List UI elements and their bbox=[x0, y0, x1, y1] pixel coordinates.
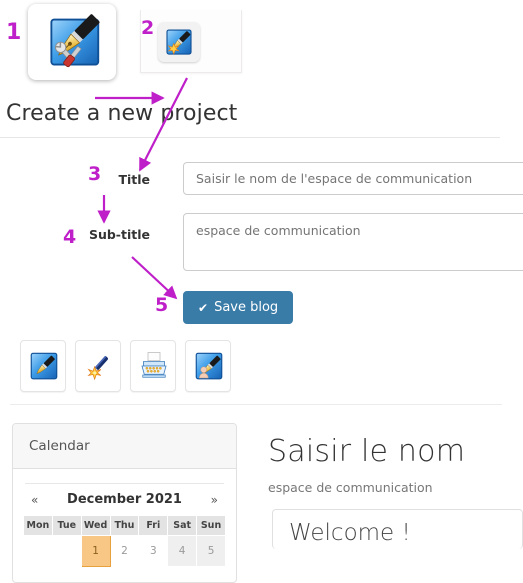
magic-wand-icon bbox=[87, 355, 108, 381]
next-month-icon[interactable]: » bbox=[211, 493, 218, 507]
subtitle-input[interactable] bbox=[183, 213, 523, 271]
calendar-day-3[interactable]: 3 bbox=[138, 535, 169, 567]
calendar-day-empty bbox=[51, 535, 82, 567]
calendar-day-2[interactable]: 2 bbox=[109, 535, 140, 567]
blue-pen-tool[interactable] bbox=[20, 340, 66, 392]
blog-preview: Saisir le nom espace de communication We… bbox=[268, 435, 523, 549]
calendar-day-1[interactable]: 1 bbox=[80, 535, 111, 567]
calendar-month-label: December 2021 bbox=[67, 492, 182, 507]
magic-wand-tool[interactable] bbox=[75, 340, 121, 392]
calendar-body: « December 2021 » Mon Tue Wed Thu Fri Sat Sun … bbox=[13, 469, 236, 567]
annotation-number-4: 4 bbox=[63, 226, 77, 248]
pen-tools-icon[interactable] bbox=[42, 12, 102, 72]
calendar-day-5[interactable]: 5 bbox=[196, 535, 226, 567]
screen-root: Create a new project Title Sub-title ✔ S… bbox=[0, 0, 523, 583]
arrow-to-save-button bbox=[131, 256, 178, 300]
preview-title: Saisir le nom bbox=[268, 434, 466, 469]
widget-toolbar bbox=[12, 340, 502, 395]
calendar-weekday-wed: Wed bbox=[80, 515, 111, 536]
preview-card: Welcome ! bbox=[272, 509, 523, 549]
calendar-weekday-fri: Fri bbox=[138, 515, 169, 536]
check-icon: ✔ bbox=[198, 300, 209, 315]
toolbar-divider bbox=[10, 404, 502, 405]
preview-card-text: Welcome ! bbox=[289, 520, 411, 546]
calendar-weekday-thu: Thu bbox=[109, 515, 140, 536]
title-input[interactable] bbox=[183, 162, 523, 195]
annotation-number-3: 3 bbox=[88, 163, 102, 185]
annotation-number-5: 5 bbox=[155, 294, 169, 316]
prev-month-icon[interactable]: « bbox=[31, 493, 38, 507]
save-blog-label: Save blog bbox=[214, 300, 279, 315]
calendar-weekday-row: Mon Tue Wed Thu Fri Sat Sun bbox=[23, 515, 226, 536]
calendar-panel: Calendar « December 2021 » Mon Tue Wed Thu F… bbox=[12, 423, 237, 583]
annotation-number-2: 2 bbox=[141, 17, 155, 39]
heading-divider bbox=[0, 137, 500, 138]
calendar-weekday-sun: Sun bbox=[196, 515, 226, 536]
title-label: Title bbox=[118, 172, 150, 187]
blue-pen-icon bbox=[30, 352, 58, 380]
calendar-panel-title: Calendar bbox=[13, 424, 236, 469]
calendar-week-row: 12345 bbox=[23, 535, 226, 567]
pen-author-tool[interactable] bbox=[185, 340, 231, 392]
pen-sparkle-icon[interactable] bbox=[164, 27, 194, 57]
calendar-grid: Mon Tue Wed Thu Fri Sat Sun 12345 bbox=[23, 515, 226, 567]
calendar-day-empty bbox=[23, 535, 53, 567]
typewriter-icon bbox=[141, 352, 167, 378]
calendar-weekday-tue: Tue bbox=[51, 515, 82, 536]
save-blog-button[interactable]: ✔ Save blog bbox=[183, 291, 294, 324]
calendar-weekday-sat: Sat bbox=[167, 515, 198, 536]
calendar-rule bbox=[25, 483, 224, 484]
calendar-weekday-mon: Mon bbox=[23, 515, 53, 536]
calendar-nav: « December 2021 » bbox=[23, 492, 226, 515]
preview-subtitle: espace de communication bbox=[268, 480, 433, 495]
pen-author-icon bbox=[195, 352, 223, 380]
calendar-day-4[interactable]: 4 bbox=[167, 535, 198, 567]
page-title: Create a new project bbox=[6, 101, 238, 126]
typewriter-tool[interactable] bbox=[130, 340, 176, 392]
annotation-number-1: 1 bbox=[6, 20, 22, 45]
